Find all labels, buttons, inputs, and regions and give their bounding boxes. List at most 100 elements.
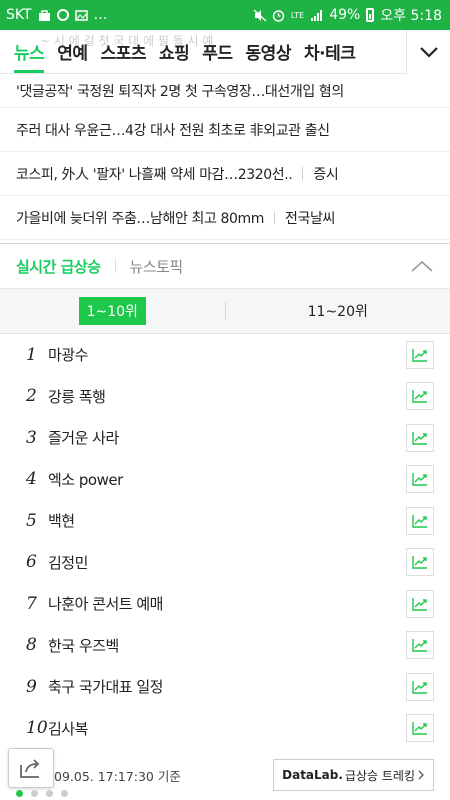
carrier-label: SKT — [6, 7, 32, 23]
battery-percent: 49% — [329, 7, 361, 23]
tab-shopping[interactable]: 쇼핑 — [159, 30, 190, 73]
trend-chart-icon — [412, 390, 427, 403]
category-nav: ~ 시 에 걸 첫 국 대 에 필 돌 시 예 뉴스 연예 스포츠 쇼핑 푸드 … — [0, 29, 450, 74]
datalab-label: 급상승 트레킹 — [344, 768, 415, 783]
alarm-icon — [272, 9, 285, 22]
range-1-10-label: 1~10위 — [78, 297, 146, 325]
keyword-label: 김사복 — [48, 719, 88, 738]
list-item[interactable]: 7 나훈아 콘서트 예매 — [0, 583, 450, 625]
rank-number: 1 — [26, 344, 37, 365]
list-item[interactable]: 10 김사복 — [0, 708, 450, 750]
bag-icon — [38, 9, 51, 22]
page-dot[interactable] — [31, 790, 38, 797]
rank-number: 6 — [26, 552, 37, 573]
trend-chart-button[interactable] — [406, 382, 434, 411]
tab-car-tech[interactable]: 차·테크 — [304, 30, 356, 73]
trend-chart-button[interactable] — [406, 589, 434, 618]
list-item[interactable]: 8 한국 우즈벡 — [0, 625, 450, 667]
keyword-label: 나훈아 콘서트 예매 — [48, 595, 163, 614]
tab-news-topic[interactable]: 뉴스토픽 — [130, 256, 184, 277]
list-item[interactable]: 5 백현 — [0, 500, 450, 542]
headline-title: '댓글공작' 국정원 퇴직자 2명 첫 구속영장…대선개입 혐의 — [16, 83, 344, 100]
datalab-trending-button[interactable]: DataLab. 급상승 트레킹 — [273, 759, 434, 791]
headline-item[interactable]: '댓글공작' 국정원 퇴직자 2명 첫 구속영장…대선개입 혐의 — [0, 74, 450, 108]
rank-number: 7 — [26, 593, 37, 614]
keyword-label: 엑소 power — [48, 470, 123, 489]
divider — [274, 211, 276, 224]
divider — [114, 259, 116, 273]
chevron-down-icon — [419, 46, 438, 58]
list-item[interactable]: 9 축구 국가대표 일정 — [0, 666, 450, 708]
keyword-label: 김정민 — [48, 553, 88, 572]
chat-icon — [56, 9, 69, 21]
rank-number: 4 — [26, 469, 37, 490]
trend-chart-button[interactable] — [406, 548, 434, 577]
chevron-right-icon — [418, 770, 424, 780]
status-bar: SKT … LTE 49% 오후 5:18 — [0, 0, 450, 30]
rank-number: 10 — [26, 718, 48, 739]
expand-categories-button[interactable] — [406, 29, 450, 74]
update-timestamp: 09.05. 17:17:30 기준 — [54, 768, 181, 784]
photo-icon — [74, 9, 88, 22]
chevron-up-icon — [411, 260, 433, 272]
trending-keyword-list: 1 마광수 2 강릉 폭행 3 즐거운 사라 4 엑소 power 5 백현 6… — [0, 334, 450, 749]
ranking-header: 실시간 급상승 뉴스토픽 — [0, 243, 450, 288]
rank-number: 3 — [26, 427, 37, 448]
headline-item[interactable]: 가을비에 늦더위 주춤…남해안 최고 80mm 전국날씨 — [0, 196, 450, 240]
trend-chart-icon — [412, 597, 427, 611]
trend-chart-icon — [412, 514, 427, 528]
tab-video[interactable]: 동영상 — [246, 30, 292, 73]
network-type-label: LTE — [290, 10, 305, 20]
tab-food[interactable]: 푸드 — [202, 30, 233, 73]
tab-realtime-trending[interactable]: 실시간 급상승 — [16, 256, 101, 277]
signal-icon — [310, 9, 323, 22]
headline-title: 주러 대사 우윤근…4강 대사 전원 최초로 非외교관 출신 — [16, 122, 330, 139]
headline-title: 코스피, 外人 '팔자' 나흘째 약세 마감…2320선.. — [16, 166, 293, 183]
trend-chart-button[interactable] — [406, 714, 434, 743]
headline-item[interactable]: 코스피, 外人 '팔자' 나흘째 약세 마감…2320선.. 증시 — [0, 152, 450, 196]
list-item[interactable]: 3 즐거운 사라 — [0, 417, 450, 459]
page-dot[interactable] — [16, 790, 23, 797]
page-dot[interactable] — [61, 790, 68, 797]
share-icon — [20, 759, 40, 778]
list-item[interactable]: 4 엑소 power — [0, 459, 450, 501]
trend-chart-icon — [412, 556, 427, 569]
list-item[interactable]: 6 김정민 — [0, 542, 450, 584]
keyword-label: 백현 — [48, 512, 75, 531]
battery-icon — [366, 8, 375, 22]
trend-chart-button[interactable] — [406, 672, 434, 701]
tab-sports[interactable]: 스포츠 — [101, 30, 147, 73]
headline-tag[interactable]: 증시 — [313, 164, 338, 184]
range-11-20-tab[interactable]: 11~20위 — [226, 289, 450, 333]
collapse-button[interactable] — [410, 254, 434, 278]
trend-chart-button[interactable] — [406, 506, 434, 535]
trend-chart-icon — [412, 722, 427, 735]
headline-item[interactable]: 주러 대사 우윤근…4강 대사 전원 최초로 非외교관 출신 — [0, 108, 450, 152]
page-indicator — [16, 790, 68, 797]
headline-tag[interactable]: 전국날씨 — [285, 208, 335, 228]
range-1-10-tab[interactable]: 1~10위 — [0, 289, 225, 333]
trend-chart-button[interactable] — [406, 631, 434, 660]
headline-title: 가을비에 늦더위 주춤…남해안 최고 80mm — [16, 210, 265, 227]
list-item[interactable]: 1 마광수 — [0, 334, 450, 376]
keyword-label: 즐거운 사라 — [48, 429, 119, 448]
trend-chart-button[interactable] — [406, 423, 434, 452]
trend-chart-icon — [412, 431, 427, 445]
rank-number: 9 — [26, 676, 37, 697]
keyword-label: 마광수 — [48, 346, 88, 365]
tab-news[interactable]: 뉴스 — [14, 30, 45, 73]
tab-entertainment[interactable]: 연예 — [57, 30, 88, 73]
share-button[interactable] — [8, 748, 54, 788]
rank-number: 8 — [26, 635, 37, 656]
headline-list: '댓글공작' 국정원 퇴직자 2명 첫 구속영장…대선개입 혐의 주러 대사 우… — [0, 74, 450, 240]
keyword-label: 한국 우즈벡 — [48, 636, 119, 655]
trend-chart-icon — [412, 680, 427, 694]
page-dot[interactable] — [46, 790, 53, 797]
more-notifications-icon: … — [93, 7, 108, 23]
list-item[interactable]: 2 강릉 폭행 — [0, 376, 450, 418]
trend-chart-icon — [412, 473, 427, 486]
rank-range-selector: 1~10위 11~20위 — [0, 288, 450, 334]
trend-chart-button[interactable] — [406, 340, 434, 369]
mute-icon — [253, 9, 267, 22]
trend-chart-button[interactable] — [406, 465, 434, 494]
